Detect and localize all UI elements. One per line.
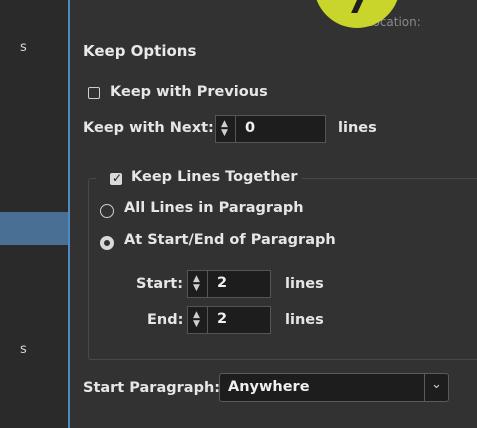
end-field[interactable]: ▲ ▼ 2 (187, 306, 271, 334)
start-paragraph-select[interactable]: Anywhere ⌄ (219, 373, 449, 402)
start-value[interactable]: 2 (217, 275, 227, 291)
keep-with-next-label: Keep with Next: (83, 120, 214, 136)
sidebar-item-bottom[interactable]: s (20, 342, 27, 357)
keep-with-next-units: lines (338, 120, 377, 136)
keep-lines-together-checkbox[interactable]: ✓ (110, 171, 123, 185)
chevron-down-icon[interactable]: ▼ (221, 128, 228, 138)
end-stepper[interactable]: ▲ ▼ (188, 307, 208, 333)
chevron-down-icon[interactable]: ▼ (193, 283, 200, 293)
keep-with-next-stepper[interactable]: ▲ ▼ (216, 116, 236, 142)
chevron-down-icon: ⌄ (431, 377, 442, 392)
all-lines-radio[interactable] (100, 204, 114, 218)
check-icon: ✓ (112, 171, 123, 185)
chevron-down-icon[interactable]: ▼ (193, 319, 200, 329)
section-title: Keep Options (83, 42, 197, 60)
start-units: lines (285, 276, 324, 292)
end-value[interactable]: 2 (217, 311, 227, 327)
start-label: Start: (136, 276, 184, 292)
step-badge-number: 7 (346, 0, 370, 22)
keep-with-next-value[interactable]: 0 (245, 120, 255, 136)
keep-with-previous-checkbox[interactable] (88, 87, 100, 99)
start-field[interactable]: ▲ ▼ 2 (187, 270, 271, 298)
keep-lines-together-label[interactable]: Keep Lines Together (131, 169, 298, 185)
end-label: End: (147, 312, 184, 328)
start-end-label[interactable]: At Start/End of Paragraph (124, 232, 336, 248)
end-units: lines (285, 312, 324, 328)
all-lines-label[interactable]: All Lines in Paragraph (124, 200, 304, 216)
sidebar-item-selected[interactable] (0, 212, 68, 245)
sidebar-item-top[interactable]: s (20, 40, 27, 55)
start-paragraph-value[interactable]: Anywhere (228, 379, 310, 395)
keep-with-previous-label[interactable]: Keep with Previous (110, 84, 268, 100)
start-end-radio[interactable] (100, 236, 114, 250)
keep-with-next-field[interactable]: ▲ ▼ 0 (215, 115, 326, 143)
start-paragraph-label: Start Paragraph: (83, 380, 221, 396)
start-stepper[interactable]: ▲ ▼ (188, 271, 208, 297)
start-paragraph-dropdown-button[interactable]: ⌄ (424, 374, 449, 401)
